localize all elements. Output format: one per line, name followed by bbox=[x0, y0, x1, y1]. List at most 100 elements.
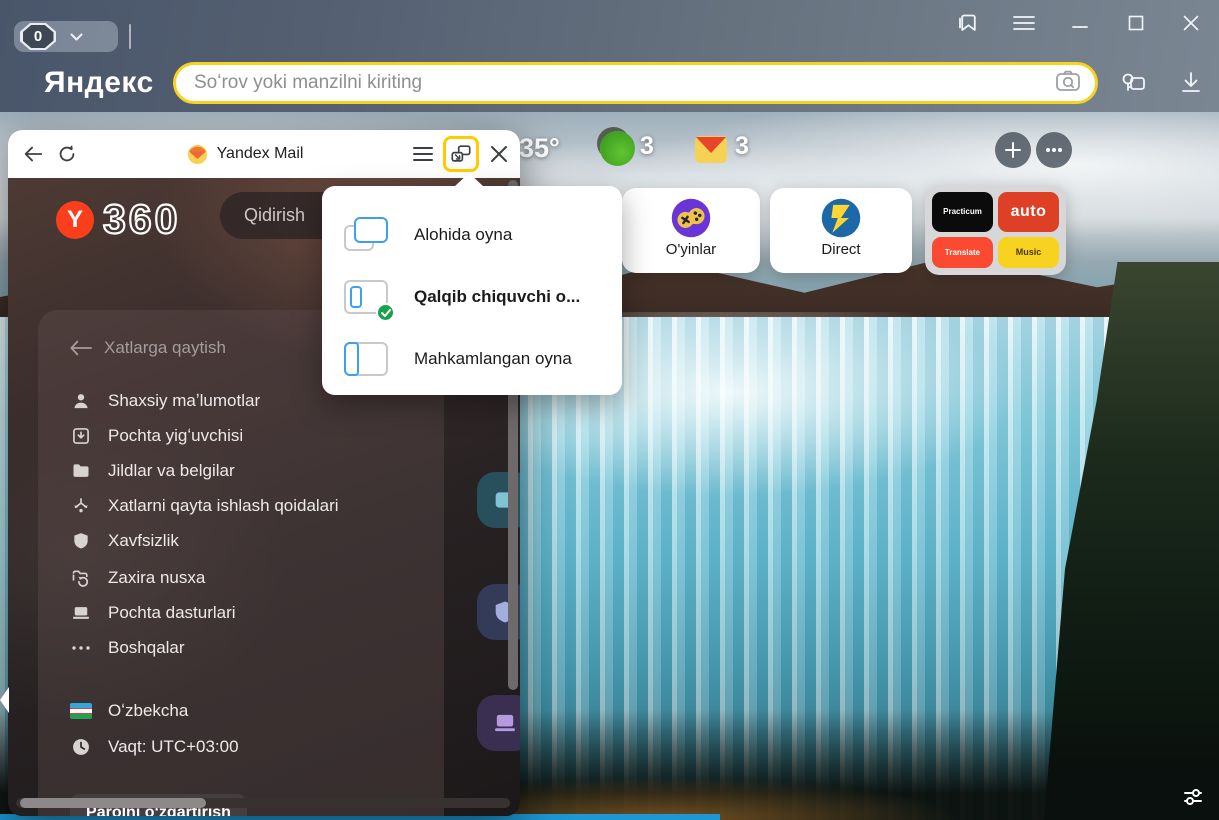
folder-icon bbox=[70, 460, 92, 482]
bookmarks-panel-button[interactable] bbox=[951, 8, 985, 38]
messenger-icon[interactable] bbox=[600, 131, 635, 166]
pinned-window-icon bbox=[344, 339, 390, 379]
floating-window-icon bbox=[344, 277, 390, 317]
ellipsis-icon bbox=[1045, 147, 1063, 153]
menu-item-more[interactable]: Boshqalar bbox=[70, 637, 185, 659]
bookmark-icon bbox=[955, 11, 981, 35]
grid-app-practicum[interactable]: Practicum bbox=[932, 192, 993, 232]
maximize-button[interactable] bbox=[1119, 8, 1153, 38]
back-button[interactable] bbox=[16, 137, 50, 171]
plus-icon bbox=[1006, 143, 1020, 157]
scrollbar-thumb[interactable] bbox=[20, 798, 206, 808]
rules-icon bbox=[70, 495, 92, 517]
timezone-label: Vaqt: UTC+03:00 bbox=[108, 737, 239, 757]
browser-chrome: 0 Яндекс bbox=[0, 0, 1219, 112]
reload-icon bbox=[56, 143, 78, 165]
minimize-icon bbox=[1072, 15, 1088, 31]
mail-collector-icon bbox=[70, 425, 92, 447]
mail-favicon bbox=[187, 144, 208, 165]
y360-logo-circle: Y bbox=[56, 201, 94, 239]
menu-icon bbox=[413, 146, 433, 162]
yandex-logo[interactable]: Яндекс bbox=[44, 66, 154, 100]
mail-widget-icon[interactable] bbox=[694, 134, 728, 170]
menu-item-folders[interactable]: Jildlar va belgilar bbox=[70, 460, 235, 482]
close-icon bbox=[1183, 15, 1199, 31]
popup-horizontal-scrollbar[interactable] bbox=[16, 798, 510, 808]
tab-badge-count: 0 bbox=[23, 25, 54, 48]
popup-title: Yandex Mail bbox=[217, 145, 304, 163]
menu-item-collector[interactable]: Pochta yigʻuvchisi bbox=[70, 425, 243, 447]
tab-shield-badge[interactable]: 0 bbox=[20, 23, 56, 50]
mail-count: 3 bbox=[735, 132, 749, 161]
dropdown-item-label: Qalqib chiquvchi o... bbox=[414, 287, 580, 307]
add-widget-button[interactable] bbox=[995, 132, 1031, 168]
dropdown-item-pinned-window[interactable]: Mahkamlangan oyna bbox=[322, 328, 622, 390]
backup-icon bbox=[70, 567, 92, 589]
menu-item-label: Shaxsiy maʼlumotlar bbox=[108, 391, 260, 411]
window-mode-button[interactable] bbox=[443, 136, 479, 172]
clock-icon bbox=[70, 736, 92, 758]
user-icon bbox=[70, 390, 92, 412]
image-search-icon[interactable] bbox=[1055, 69, 1081, 98]
menu-item-personal[interactable]: Shaxsiy maʼlumotlar bbox=[70, 390, 260, 412]
dropdown-arrow bbox=[454, 173, 484, 187]
popup-menu-button[interactable] bbox=[406, 137, 440, 171]
password-manager-button[interactable] bbox=[1113, 66, 1151, 100]
menu-item-backup[interactable]: Zaxira nusxa bbox=[70, 567, 205, 589]
tab-separator bbox=[129, 24, 131, 49]
tile-games[interactable]: O'yinlar bbox=[622, 188, 760, 273]
apps-section-icon[interactable] bbox=[477, 695, 520, 751]
close-icon bbox=[490, 145, 508, 163]
download-icon bbox=[1180, 71, 1202, 95]
menu-item-rules[interactable]: Xatlarni qayta ishlash qoidalari bbox=[70, 495, 339, 517]
browser-window: 35° 3 3 O'yinlar Direct Practicum auto T… bbox=[0, 0, 1219, 820]
close-window-button[interactable] bbox=[1174, 8, 1208, 38]
minimize-button[interactable] bbox=[1063, 8, 1097, 38]
grid-app-auto[interactable]: auto bbox=[998, 192, 1059, 232]
games-icon bbox=[670, 197, 712, 239]
y360-logo-number: 360 bbox=[103, 196, 180, 243]
dropdown-item-label: Mahkamlangan oyna bbox=[414, 349, 572, 369]
window-mode-icon bbox=[450, 143, 472, 165]
separate-window-icon bbox=[344, 215, 390, 255]
dropdown-item-separate-window[interactable]: Alohida oyna bbox=[322, 204, 622, 266]
laptop-icon bbox=[70, 602, 92, 624]
menu-item-label: Jildlar va belgilar bbox=[108, 461, 235, 481]
tile-games-label: O'yinlar bbox=[666, 241, 716, 258]
wallpaper-glow bbox=[420, 760, 1120, 820]
direct-icon bbox=[820, 197, 862, 239]
menu-item-label: Boshqalar bbox=[108, 638, 185, 658]
tile-app-grid[interactable]: Practicum auto Translate Music bbox=[925, 185, 1066, 275]
downloads-button[interactable] bbox=[1172, 66, 1210, 100]
language-row[interactable]: Oʻzbekcha bbox=[70, 700, 188, 722]
search-input[interactable] bbox=[194, 72, 1055, 94]
tab-pill[interactable]: 0 bbox=[14, 21, 118, 52]
maximize-icon bbox=[1128, 15, 1144, 31]
reload-button[interactable] bbox=[50, 137, 84, 171]
menu-item-label: Zaxira nusxa bbox=[108, 568, 205, 588]
wallpaper-settings-button[interactable] bbox=[1179, 784, 1207, 810]
weather-widget[interactable]: 35° bbox=[519, 133, 560, 164]
chevron-down-icon[interactable] bbox=[70, 29, 83, 44]
dropdown-item-floating-window[interactable]: Qalqib chiquvchi o... bbox=[322, 266, 622, 328]
menu-item-mail-apps[interactable]: Pochta dasturlari bbox=[70, 602, 236, 624]
menu-item-label: Xavfsizlik bbox=[108, 531, 179, 551]
search-bar[interactable] bbox=[173, 62, 1098, 104]
popup-close-button[interactable] bbox=[482, 137, 516, 171]
menu-item-security[interactable]: Xavfsizlik bbox=[70, 530, 179, 552]
back-to-mail-link[interactable]: Xatlarga qaytish bbox=[70, 338, 226, 358]
menu-item-label: Xatlarni qayta ishlash qoidalari bbox=[108, 496, 339, 516]
language-label: Oʻzbekcha bbox=[108, 701, 188, 721]
sliders-icon bbox=[1181, 786, 1205, 808]
check-badge-icon bbox=[376, 303, 395, 322]
tile-direct-label: Direct bbox=[821, 241, 860, 258]
grid-app-translate[interactable]: Translate bbox=[932, 237, 993, 269]
browser-menu-button[interactable] bbox=[1007, 8, 1041, 38]
timezone-row[interactable]: Vaqt: UTC+03:00 bbox=[70, 736, 239, 758]
tile-direct[interactable]: Direct bbox=[770, 188, 912, 273]
widgets-menu-button[interactable] bbox=[1036, 132, 1072, 168]
shield-icon bbox=[70, 530, 92, 552]
dropdown-item-label: Alohida oyna bbox=[414, 225, 512, 245]
grid-app-music[interactable]: Music bbox=[998, 237, 1059, 269]
menu-item-label: Pochta yigʻuvchisi bbox=[108, 426, 243, 446]
